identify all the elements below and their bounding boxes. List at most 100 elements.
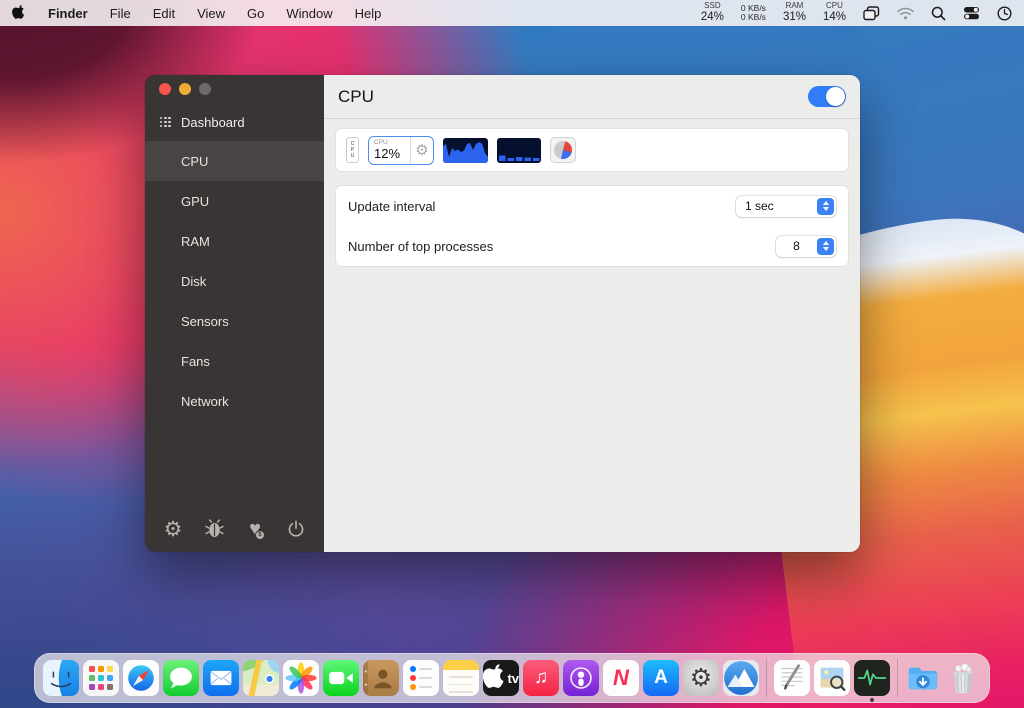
label-value-widget-selected[interactable]: CPU 12% ⚙ — [368, 136, 434, 165]
dock-mail-icon[interactable] — [203, 660, 239, 696]
settings-gear-icon[interactable]: ⚙ — [160, 516, 186, 542]
dock-system-preferences-icon[interactable]: ⚙ — [683, 660, 719, 696]
close-button[interactable] — [159, 83, 171, 95]
status-ram[interactable]: RAM 31% — [783, 2, 806, 23]
status-ssd-value: 24% — [701, 11, 724, 24]
tv-glyph: tv — [507, 671, 519, 686]
donate-heart-icon[interactable]: ♥ $ — [242, 516, 268, 542]
update-interval-select[interactable]: 1 sec — [736, 196, 836, 217]
menu-help[interactable]: Help — [355, 6, 382, 21]
menu-window[interactable]: Window — [286, 6, 332, 21]
widget-settings-gear-icon[interactable]: ⚙ — [411, 143, 433, 158]
dock-reminders-icon[interactable] — [403, 660, 439, 696]
sidebar-item-ram[interactable]: RAM — [145, 221, 324, 261]
bar-chart-widget[interactable] — [497, 138, 541, 163]
dock-downloads-folder-icon[interactable] — [905, 660, 941, 696]
top-processes-select[interactable]: 8 — [776, 236, 836, 257]
status-network-speed[interactable]: 0 KB/s 0 KB/s — [741, 4, 766, 23]
dock-separator — [897, 659, 898, 697]
dock-news-icon[interactable]: N — [603, 660, 639, 696]
widget-picker: CPU CPU 12% ⚙ — [336, 129, 848, 171]
top-processes-label: Number of top processes — [348, 239, 776, 254]
sidebar-item-network[interactable]: Network — [145, 381, 324, 421]
dock-separator — [766, 659, 767, 697]
sidebar-item-label: RAM — [181, 234, 210, 249]
widget-cpu-value: 12% — [374, 147, 410, 160]
bug-report-icon[interactable] — [201, 516, 227, 542]
dock-textedit-icon[interactable] — [774, 660, 810, 696]
dock-launchpad-icon[interactable] — [83, 660, 119, 696]
sidebar-item-label: Disk — [181, 274, 206, 289]
status-cpu-value: 14% — [823, 11, 846, 24]
sidebar-item-sensors[interactable]: Sensors — [145, 301, 324, 341]
music-note-glyph: ♫ — [523, 660, 559, 696]
dock-appstore-icon[interactable]: A — [643, 660, 679, 696]
menu-file[interactable]: File — [110, 6, 131, 21]
stepper-icon — [817, 198, 834, 215]
appstore-a-glyph: A — [643, 660, 679, 696]
update-interval-label: Update interval — [348, 199, 736, 214]
menu-view[interactable]: View — [197, 6, 225, 21]
spotlight-search-icon[interactable] — [931, 6, 946, 21]
dock-messages-icon[interactable] — [163, 660, 199, 696]
line-chart-widget[interactable] — [443, 138, 488, 163]
sidebar-item-fans[interactable]: Fans — [145, 341, 324, 381]
mini-text-widget[interactable]: CPU — [346, 137, 359, 163]
sidebar-item-cpu[interactable]: CPU — [145, 141, 324, 181]
dashboard-grid-icon — [160, 117, 171, 128]
menu-edit[interactable]: Edit — [153, 6, 175, 21]
dock-maps-icon[interactable] — [243, 660, 279, 696]
sidebar-item-label: Network — [181, 394, 229, 409]
dock-tv-icon[interactable]: tv — [483, 660, 519, 696]
menu-bar-status-area: SSD 24% 0 KB/s 0 KB/s RAM 31% CPU 14% — [701, 2, 1012, 23]
sidebar-item-gpu[interactable]: GPU — [145, 181, 324, 221]
mini-widget-label: CPU — [350, 141, 355, 160]
news-n-glyph: N — [603, 660, 639, 696]
settings-content: CPU CPU CPU 12% ⚙ — [324, 75, 860, 552]
page-title: CPU — [338, 87, 808, 107]
zoom-button-disabled[interactable] — [199, 83, 211, 95]
sidebar-nav: Dashboard CPU GPU RAM Disk Sensors Fans … — [145, 75, 324, 421]
windows-stack-icon[interactable] — [863, 6, 880, 21]
dock-notes-icon[interactable] — [443, 660, 479, 696]
stepper-icon — [817, 238, 834, 255]
running-indicator — [870, 698, 874, 702]
menu-bar-left: Finder File Edit View Go Window Help — [12, 5, 381, 21]
module-enable-toggle[interactable] — [808, 86, 846, 107]
status-cpu[interactable]: CPU 14% — [823, 2, 846, 23]
control-center-icon[interactable] — [963, 6, 980, 20]
dock-music-icon[interactable]: ♫ — [523, 660, 559, 696]
dock-trash-icon[interactable] — [945, 660, 981, 696]
sidebar-item-label: Sensors — [181, 314, 229, 329]
dock-finder-icon[interactable] — [43, 660, 79, 696]
dock-photos-icon[interactable] — [283, 660, 319, 696]
apple-logo-icon[interactable] — [12, 5, 26, 21]
status-ssd[interactable]: SSD 24% — [701, 2, 724, 23]
menu-go[interactable]: Go — [247, 6, 264, 21]
clock-icon[interactable] — [997, 6, 1012, 21]
power-quit-icon[interactable] — [283, 516, 309, 542]
dock-podcasts-icon[interactable] — [563, 660, 599, 696]
sidebar-footer: ⚙ ♥ $ — [145, 516, 324, 542]
dock-facetime-icon[interactable] — [323, 660, 359, 696]
top-processes-value: 8 — [776, 239, 817, 253]
sidebar-item-disk[interactable]: Disk — [145, 261, 324, 301]
dock-stats-app-icon[interactable] — [723, 660, 759, 696]
widget-readout: CPU 12% — [369, 140, 410, 161]
sidebar-item-label: CPU — [181, 154, 208, 169]
pie-chart-widget[interactable] — [550, 137, 576, 163]
minimize-button[interactable] — [179, 83, 191, 95]
sidebar-item-label: GPU — [181, 194, 209, 209]
dock-contacts-icon[interactable] — [363, 660, 399, 696]
status-ram-label: RAM — [786, 2, 804, 11]
dock-preview-icon[interactable] — [814, 660, 850, 696]
sidebar-item-dashboard[interactable]: Dashboard — [145, 108, 324, 136]
sidebar-item-label: Dashboard — [181, 115, 245, 130]
menu-app-name[interactable]: Finder — [48, 6, 88, 21]
wifi-icon[interactable] — [897, 7, 914, 20]
content-header: CPU — [324, 75, 860, 119]
sysprefs-gear-glyph: ⚙ — [683, 660, 719, 696]
pie-graphic — [554, 141, 572, 159]
dock-activity-monitor-icon[interactable] — [854, 660, 890, 696]
dock-safari-icon[interactable] — [123, 660, 159, 696]
